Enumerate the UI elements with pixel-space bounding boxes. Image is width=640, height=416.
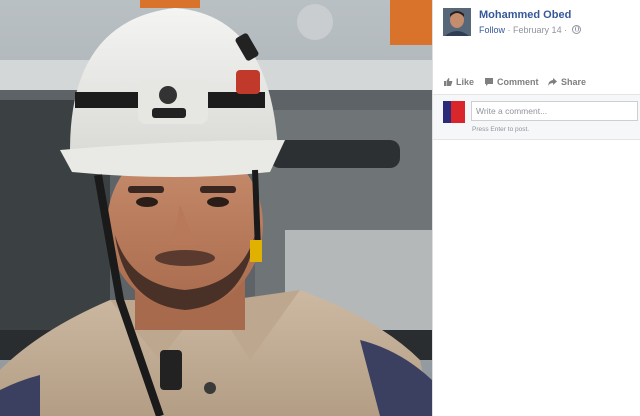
photo-illustration bbox=[0, 0, 432, 416]
post-side-panel: Mohammed Obed Follow · February 14 · Lik… bbox=[432, 0, 640, 416]
separator-dot: · bbox=[564, 25, 568, 35]
comment-composer: Write a comment... Press Enter to post. bbox=[433, 95, 640, 140]
share-button[interactable]: Share bbox=[547, 77, 586, 89]
share-arrow-icon bbox=[547, 77, 558, 89]
like-label: Like bbox=[456, 77, 475, 87]
thumbs-up-icon bbox=[443, 77, 453, 89]
globe-icon[interactable] bbox=[571, 25, 581, 34]
comment-button[interactable]: Comment bbox=[484, 77, 539, 89]
comment-input[interactable]: Write a comment... bbox=[471, 101, 638, 121]
comment-label: Comment bbox=[497, 77, 539, 87]
meta-separator: · bbox=[507, 25, 511, 35]
post-meta: Follow · February 14 · bbox=[479, 25, 581, 35]
viewer-avatar bbox=[443, 101, 465, 123]
share-label: Share bbox=[561, 77, 587, 87]
post-header: Mohammed Obed Follow · February 14 · bbox=[443, 8, 639, 38]
author-name-link[interactable]: Mohammed Obed bbox=[479, 9, 571, 21]
post-actions-bar: Like Comment Share bbox=[433, 72, 640, 95]
post-photo[interactable] bbox=[0, 0, 432, 416]
comment-hint: Press Enter to post. bbox=[472, 126, 530, 133]
follow-button[interactable]: Follow bbox=[479, 25, 505, 35]
author-avatar[interactable] bbox=[443, 8, 471, 36]
speech-bubble-icon bbox=[484, 77, 494, 89]
post-date[interactable]: February 14 bbox=[513, 25, 562, 35]
like-button[interactable]: Like bbox=[443, 77, 474, 89]
